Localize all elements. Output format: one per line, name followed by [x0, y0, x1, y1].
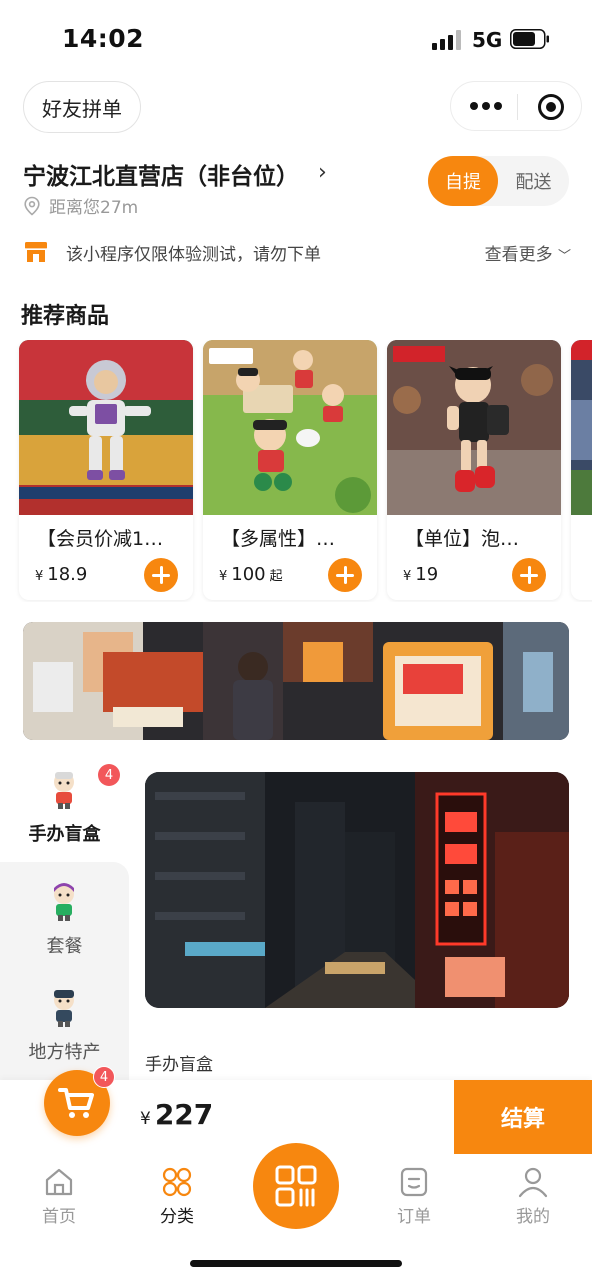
cart-icon [58, 1088, 94, 1118]
product-name: 【多属性】… [221, 528, 336, 550]
capsule-divider [517, 94, 518, 120]
banner-image [23, 622, 569, 740]
tab-label: 首页 [42, 1207, 76, 1227]
add-to-cart-button[interactable] [512, 558, 546, 592]
home-indicator [190, 1260, 402, 1267]
add-to-cart-button[interactable] [144, 558, 178, 592]
product-card[interactable]: 【多属性】… ¥100 起 [203, 340, 377, 600]
tab-orders[interactable]: 订单 [374, 1166, 454, 1236]
notice-bar: 该小程序仅限体验测试，请勿下单 查看更多 ﹀ [23, 236, 571, 268]
battery-icon [510, 29, 549, 49]
profile-icon [518, 1167, 548, 1198]
set-mascot-icon [54, 883, 74, 921]
category-item-set[interactable]: 套餐 [0, 872, 129, 976]
notice-more-label: 查看更多 [484, 245, 553, 265]
recommend-title: 推荐商品 [21, 304, 110, 329]
product-card[interactable]: 【会员价减1… ¥18.9 [19, 340, 193, 600]
add-to-cart-button[interactable] [328, 558, 362, 592]
promo-banner[interactable] [23, 622, 569, 740]
notice-text: 该小程序仅限体验测试，请勿下单 [66, 245, 321, 265]
notice-more-link[interactable]: 查看更多 ﹀ [485, 240, 571, 265]
specialty-mascot-icon [54, 990, 74, 1027]
network-type: 5G [472, 28, 503, 52]
category-label: 套餐 [46, 936, 83, 957]
tab-home[interactable]: 首页 [19, 1166, 99, 1236]
shop-icon [25, 242, 47, 262]
more-icon[interactable] [469, 94, 503, 118]
category-section-heading: 手办盲盒 [145, 1055, 213, 1075]
close-target-icon[interactable] [537, 93, 565, 121]
scan-order-button[interactable] [253, 1143, 339, 1229]
store-distance-text: 距离您27m [49, 198, 139, 218]
product-card[interactable]: 【单位】泡… ¥19 [387, 340, 561, 600]
store-name[interactable]: 宁波江北直营店（非台位） [23, 157, 299, 191]
chevron-right-icon[interactable]: › [318, 160, 327, 185]
category-item-local-specialty[interactable]: 地方特产 [0, 978, 129, 1082]
category-label: 地方特产 [28, 1042, 101, 1063]
home-icon [45, 1168, 73, 1196]
store-distance: 距离您27m [23, 193, 138, 218]
tab-label: 分类 [160, 1207, 194, 1227]
product-name: 【单位】泡… [405, 528, 520, 550]
tab-label: 订单 [397, 1207, 431, 1227]
product-price: ¥19 [403, 564, 439, 585]
product-carousel[interactable]: 【会员价减1… ¥18.9 【多属性】… ¥ 100 起 【单位】泡… ¥ 19 [0, 340, 592, 602]
category-item-figures[interactable]: 4 手办盲盒 [0, 760, 129, 864]
product-image [203, 340, 377, 515]
signal-icon [432, 30, 461, 50]
location-icon [24, 196, 40, 216]
product-image [387, 340, 561, 515]
category-sidebar: 4 手办盲盒 套餐 地方特产 [0, 760, 129, 1082]
category-icon [162, 1167, 192, 1197]
tab-label: 我的 [516, 1207, 550, 1227]
group-order-button[interactable]: 好友拼单 [23, 81, 141, 133]
tab-category[interactable]: 分类 [137, 1166, 217, 1236]
status-bar: 14:02 5G [0, 0, 592, 78]
figure-mascot-icon [54, 772, 74, 809]
product-name: 【会员价减1… [37, 528, 164, 550]
product-image [571, 340, 592, 515]
pickup-mode-button[interactable]: 自提 [428, 156, 498, 206]
scan-icon [275, 1165, 317, 1207]
status-time: 14:02 [62, 24, 145, 53]
delivery-mode-button[interactable]: 配送 [498, 156, 569, 206]
product-card-partial[interactable] [571, 340, 592, 600]
order-icon [400, 1167, 428, 1197]
category-banner-image [145, 772, 569, 1008]
chevron-down-icon: ﹀ [557, 249, 571, 264]
product-price: ¥18.9 [35, 564, 88, 585]
delivery-mode-switch: 自提 配送 [428, 156, 569, 206]
cart-total: ¥227 [140, 1098, 214, 1131]
miniprogram-capsule [450, 81, 582, 131]
category-label: 手办盲盒 [28, 824, 101, 845]
checkout-button[interactable]: 结算 [454, 1080, 592, 1154]
tab-profile[interactable]: 我的 [493, 1166, 573, 1236]
cart-badge: 4 [93, 1066, 115, 1088]
product-price: ¥100 起 [219, 564, 283, 585]
category-badge: 4 [98, 764, 120, 786]
product-image [19, 340, 193, 515]
